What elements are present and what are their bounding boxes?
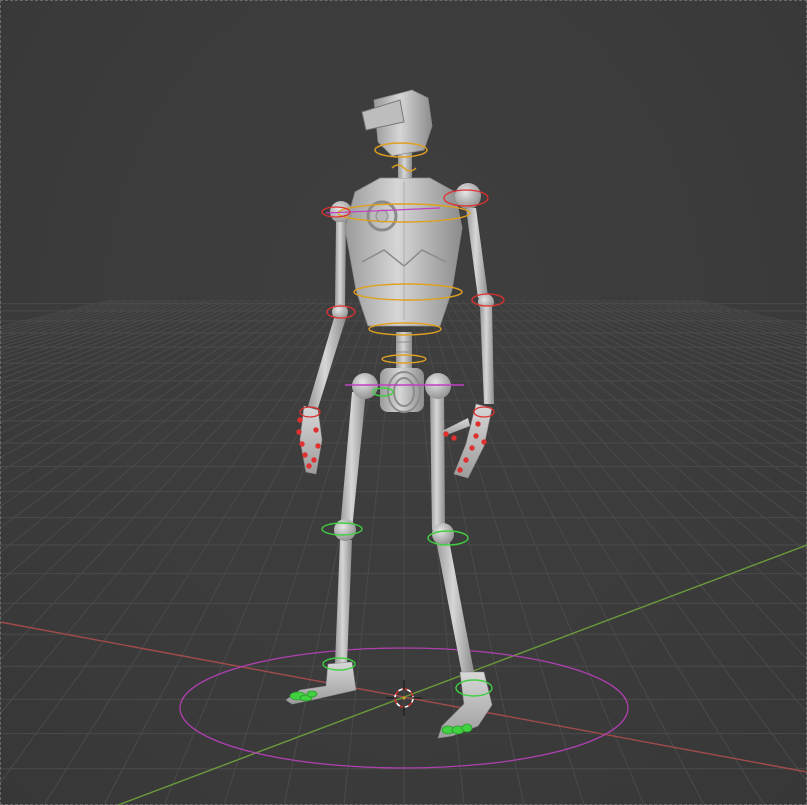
grid-line xyxy=(0,299,237,399)
grid-line xyxy=(484,299,807,582)
grid-line xyxy=(0,299,324,583)
grid-line xyxy=(571,299,807,399)
grid-line xyxy=(0,299,273,446)
grid-line xyxy=(0,299,112,328)
grid-line xyxy=(0,299,281,459)
grid-line xyxy=(0,299,310,529)
3d-cursor-icon[interactable] xyxy=(386,680,422,716)
grid-line xyxy=(505,299,807,507)
left-arm xyxy=(299,222,348,475)
grid-line xyxy=(447,299,765,805)
grid-line xyxy=(644,299,807,348)
grid-line xyxy=(0,299,127,333)
grid-line xyxy=(283,299,390,805)
grid-line xyxy=(0,299,295,489)
grid-line xyxy=(0,299,178,356)
grid-line xyxy=(462,299,807,714)
robot-mesh[interactable] xyxy=(285,89,494,739)
grid-line xyxy=(0,299,193,365)
3d-viewport[interactable] xyxy=(0,0,807,805)
grid-line xyxy=(0,299,339,661)
grid-line xyxy=(527,299,807,458)
grid-line xyxy=(0,299,332,618)
grid-line xyxy=(593,299,807,380)
grid-line xyxy=(0,299,215,380)
grid-line xyxy=(0,299,149,342)
grid-line xyxy=(0,299,346,715)
grid-line xyxy=(43,299,361,805)
grid-line xyxy=(469,299,807,660)
grid-line xyxy=(476,299,807,617)
left-leg xyxy=(285,392,366,705)
grid-line xyxy=(630,299,807,356)
grid-line xyxy=(622,299,807,360)
grid-line xyxy=(440,299,705,805)
grid-line xyxy=(513,299,807,489)
grid-line xyxy=(696,299,807,328)
grid-line xyxy=(615,299,807,364)
viewport-canvas[interactable] xyxy=(0,0,807,805)
grid-line xyxy=(542,299,807,434)
grid-line xyxy=(0,299,303,508)
grid-line xyxy=(0,299,251,415)
grid-line xyxy=(498,299,807,528)
grid-line xyxy=(0,299,186,360)
